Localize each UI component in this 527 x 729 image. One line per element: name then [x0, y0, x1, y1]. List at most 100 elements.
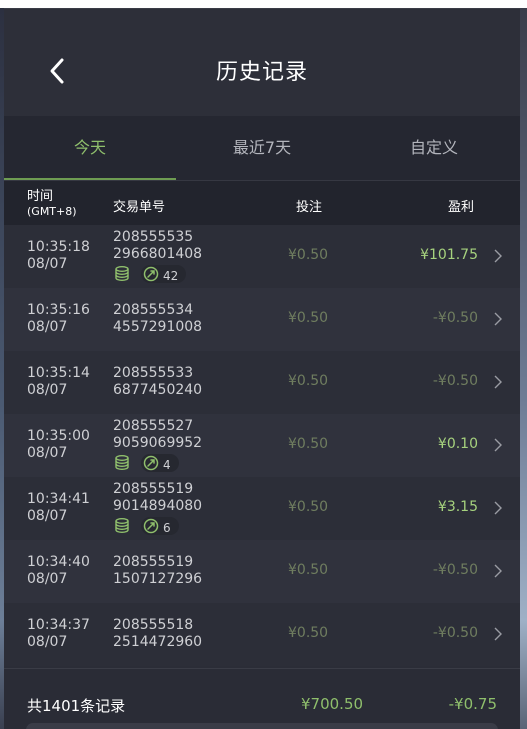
- bottom-bar: [26, 723, 498, 729]
- row-time: 10:35:16 08/07: [27, 302, 90, 336]
- row-bet: ¥0.50: [288, 373, 329, 389]
- free-spin-count: 42: [163, 269, 179, 283]
- row-time-value: 10:35:14: [27, 365, 90, 381]
- row-time: 10:34:37 08/07: [27, 617, 90, 651]
- free-spin-badge: 42: [141, 265, 187, 283]
- row-order: 208555534 4557291008: [113, 302, 202, 336]
- row-date-value: 08/07: [27, 508, 68, 524]
- table-header: 时间 (GMT+8) 交易单号 投注 盈利: [4, 181, 520, 225]
- row-date-value: 08/07: [27, 571, 68, 587]
- row-order: 208555518 2514472960: [113, 617, 202, 651]
- profit-total: -¥0.75: [448, 695, 497, 713]
- row-order-part2: 4557291008: [113, 319, 203, 335]
- chevron-right-icon: [494, 249, 502, 263]
- row-order: 208555519 1507127296: [113, 554, 202, 588]
- row-profit: ¥101.75: [420, 247, 478, 263]
- row-time: 10:34:41 08/07: [27, 491, 90, 525]
- free-spin-badge: 6: [141, 517, 179, 535]
- chevron-right-icon: [494, 501, 502, 515]
- row-profit: -¥0.50: [432, 562, 478, 578]
- row-bet: ¥0.50: [288, 499, 329, 515]
- row-bet: ¥0.50: [288, 562, 329, 578]
- column-header-order: 交易单号: [113, 200, 166, 215]
- row-bet: ¥0.50: [288, 247, 329, 263]
- row-order-part2: 6877450240: [113, 382, 203, 398]
- table-row[interactable]: 10:35:00 08/07 208555527 9059069952 4 ¥0…: [4, 414, 520, 477]
- row-time-value: 10:35:18: [27, 239, 90, 255]
- column-header-time: 时间 (GMT+8): [27, 189, 77, 219]
- coin-stack-icon: [115, 518, 129, 534]
- tab-last-7-days[interactable]: 最近7天: [176, 116, 348, 180]
- row-profit: ¥0.10: [437, 436, 478, 452]
- row-profit: ¥3.15: [437, 499, 478, 515]
- chevron-right-icon: [494, 564, 502, 578]
- row-date-value: 08/07: [27, 319, 68, 335]
- chevron-right-icon: [494, 627, 502, 641]
- row-order: 208555533 6877450240: [113, 365, 202, 399]
- row-date-value: 08/07: [27, 634, 68, 650]
- row-order-part2: 9014894080: [113, 498, 203, 514]
- background-strip-right: [520, 8, 527, 729]
- record-count: 共1401条记录: [27, 697, 126, 715]
- tab-today[interactable]: 今天: [4, 116, 176, 180]
- chevron-right-icon: [494, 375, 502, 389]
- row-bet: ¥0.50: [288, 436, 329, 452]
- table-row[interactable]: 10:34:37 08/07 208555518 2514472960 ¥0.5…: [4, 603, 520, 666]
- row-profit: -¥0.50: [432, 310, 478, 326]
- coin-stack-icon: [115, 455, 129, 471]
- record-list: 10:35:18 08/07 208555535 2966801408 42 ¥…: [4, 225, 520, 666]
- column-header-bet: 投注: [296, 200, 323, 215]
- row-time-value: 10:35:16: [27, 302, 90, 318]
- row-time: 10:35:00 08/07: [27, 428, 90, 462]
- row-time: 10:35:18 08/07: [27, 239, 90, 273]
- row-order-part1: 208555527: [113, 418, 194, 434]
- column-header-timezone: (GMT+8): [27, 205, 77, 218]
- row-order-part2: 9059069952: [113, 435, 203, 451]
- row-order: 208555519 9014894080: [113, 481, 202, 515]
- chevron-right-icon: [494, 312, 502, 326]
- row-profit: -¥0.50: [432, 373, 478, 389]
- row-order-part2: 1507127296: [113, 571, 203, 587]
- free-spin-badge: 4: [141, 454, 179, 472]
- row-bet: ¥0.50: [288, 310, 329, 326]
- row-order-part1: 208555533: [113, 365, 194, 381]
- column-header-time-label: 时间: [27, 189, 54, 204]
- tab-bar: 今天 最近7天 自定义: [4, 116, 520, 181]
- summary-footer: 共1401条记录 ¥700.50 -¥0.75: [4, 668, 520, 729]
- row-time-value: 10:34:37: [27, 617, 90, 633]
- row-order-part1: 208555519: [113, 481, 194, 497]
- table-row[interactable]: 10:35:16 08/07 208555534 4557291008 ¥0.5…: [4, 288, 520, 351]
- row-time-value: 10:34:40: [27, 554, 90, 570]
- free-spin-icon: [143, 518, 159, 534]
- header: 历史记录: [4, 8, 520, 117]
- column-header-profit: 盈利: [448, 200, 475, 215]
- free-spin-icon: [143, 266, 159, 282]
- table-row[interactable]: 10:34:41 08/07 208555519 9014894080 6 ¥0…: [4, 477, 520, 540]
- row-profit: -¥0.50: [432, 625, 478, 641]
- table-row[interactable]: 10:34:40 08/07 208555519 1507127296 ¥0.5…: [4, 540, 520, 603]
- row-date-value: 08/07: [27, 445, 68, 461]
- row-date-value: 08/07: [27, 256, 68, 272]
- row-time: 10:34:40 08/07: [27, 554, 90, 588]
- free-spin-icon: [143, 455, 159, 471]
- row-date-value: 08/07: [27, 382, 68, 398]
- free-spin-count: 4: [163, 458, 171, 472]
- tab-custom[interactable]: 自定义: [348, 116, 520, 180]
- bet-total: ¥700.50: [301, 695, 364, 713]
- row-order-part1: 208555519: [113, 554, 194, 570]
- row-time: 10:35:14 08/07: [27, 365, 90, 399]
- row-order-part1: 208555535: [113, 229, 194, 245]
- table-row[interactable]: 10:35:14 08/07 208555533 6877450240 ¥0.5…: [4, 351, 520, 414]
- row-order: 208555527 9059069952: [113, 418, 202, 452]
- table-row[interactable]: 10:35:18 08/07 208555535 2966801408 42 ¥…: [4, 225, 520, 288]
- row-time-value: 10:35:00: [27, 428, 90, 444]
- row-order: 208555535 2966801408: [113, 229, 202, 263]
- free-spin-count: 6: [163, 521, 171, 535]
- row-time-value: 10:34:41: [27, 491, 90, 507]
- row-order-part1: 208555518: [113, 617, 194, 633]
- chevron-right-icon: [494, 438, 502, 452]
- row-order-part2: 2966801408: [113, 246, 203, 262]
- row-order-part2: 2514472960: [113, 634, 203, 650]
- row-bet: ¥0.50: [288, 625, 329, 641]
- active-tab-indicator: [4, 178, 176, 180]
